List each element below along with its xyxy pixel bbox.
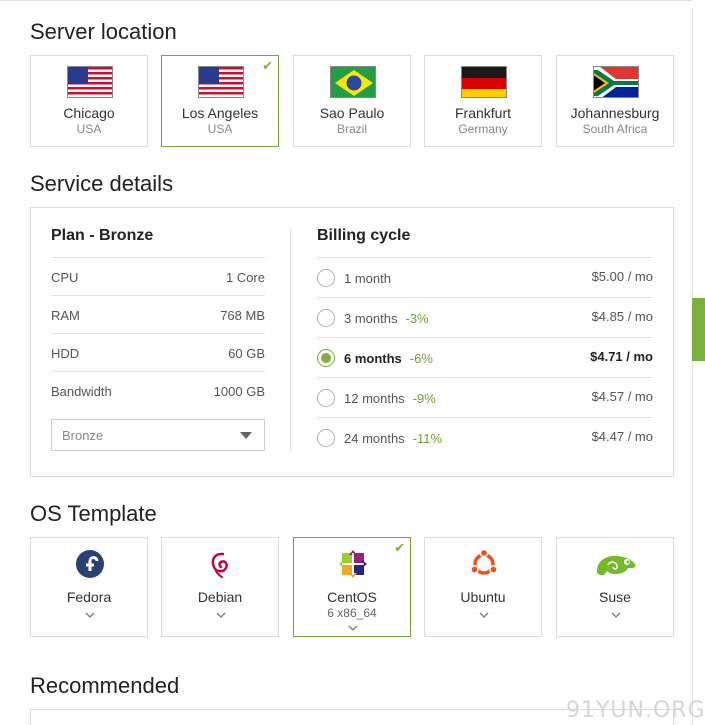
usa-flag-icon [198, 66, 244, 98]
location-card-chicago[interactable]: Chicago USA [30, 55, 148, 147]
spec-label: HDD [51, 346, 80, 361]
location-city: Sao Paulo [319, 105, 385, 121]
top-divider [0, 0, 692, 1]
page-right-edge [692, 8, 693, 725]
spec-label: RAM [51, 308, 80, 323]
service-details-panel: Plan - Bronze CPU 1 Core RAM 768 MB HDD … [30, 207, 674, 477]
usa-flag-icon [67, 66, 113, 98]
location-city: Frankfurt [454, 105, 511, 121]
billing-discount: -11% [412, 431, 443, 446]
location-country: USA [76, 122, 102, 136]
billing-price: $5.00 / mo [591, 269, 653, 284]
os-card-suse[interactable]: Suse [556, 537, 674, 637]
germany-flag-icon [461, 66, 507, 98]
server-location-title: Server location [30, 19, 177, 44]
billing-discount: -3% [405, 311, 429, 326]
spec-row-hdd: HDD 60 GB [51, 333, 265, 371]
location-card-sao-paulo[interactable]: Sao Paulo Brazil [293, 55, 411, 147]
service-details-title: Service details [30, 171, 174, 196]
caret-down-icon [240, 432, 252, 439]
recommended-title: Recommended [30, 673, 180, 698]
location-city: Chicago [63, 105, 115, 121]
billing-price: $4.57 / mo [591, 389, 653, 404]
spec-value: 1 Core [225, 270, 265, 285]
os-card-ubuntu[interactable]: Ubuntu [424, 537, 542, 637]
os-card-debian[interactable]: Debian [161, 537, 279, 637]
chevron-down-icon[interactable] [85, 612, 95, 618]
os-template-title: OS Template [30, 501, 157, 526]
chevron-down-icon[interactable] [216, 612, 226, 618]
spec-label: Bandwidth [51, 384, 112, 399]
location-country: Brazil [336, 122, 367, 136]
spec-value: 1000 GB [213, 384, 265, 399]
scroll-indicator[interactable] [692, 298, 705, 361]
billing-term: 1 month [344, 271, 391, 286]
billing-term: 12 months [344, 391, 405, 406]
chevron-down-icon[interactable] [348, 625, 358, 631]
spec-value: 60 GB [228, 346, 265, 361]
os-card-centos[interactable]: ✔ CentOS 6 x86_64 [293, 537, 411, 637]
debian-icon [206, 549, 236, 579]
radio-button[interactable] [317, 429, 335, 447]
location-card-los-angeles[interactable]: ✔ Los Angeles USA [161, 55, 279, 147]
billing-cycle-title: Billing cycle [317, 227, 411, 244]
column-divider [290, 228, 291, 452]
billing-price: $4.85 / mo [591, 309, 653, 324]
billing-discount: -6% [409, 351, 433, 366]
os-name: Suse [599, 589, 631, 605]
location-card-frankfurt[interactable]: Frankfurt Germany [424, 55, 542, 147]
billing-option-12-months[interactable]: 12 months -9% $4.57 / mo [317, 377, 653, 417]
billing-term: 24 months [344, 431, 405, 446]
brazil-flag-icon [330, 66, 376, 98]
billing-option-1-month[interactable]: 1 month $5.00 / mo [317, 257, 653, 297]
os-name: Debian [197, 589, 243, 605]
radio-button[interactable] [317, 389, 335, 407]
radio-button-selected[interactable] [317, 349, 335, 367]
centos-icon [338, 549, 368, 579]
fedora-icon [75, 549, 105, 579]
location-country: USA [207, 122, 233, 136]
plan-select-value: Bronze [62, 428, 104, 443]
location-city: Johannesburg [570, 105, 660, 121]
location-city: Los Angeles [181, 105, 259, 121]
location-card-johannesburg[interactable]: Johannesburg South Africa [556, 55, 674, 147]
os-card-fedora[interactable]: Fedora [30, 537, 148, 637]
os-name: CentOS [327, 589, 377, 605]
billing-term: 6 months [344, 351, 402, 366]
ubuntu-icon [469, 548, 499, 579]
south-africa-flag-icon [593, 66, 639, 98]
check-icon: ✔ [262, 58, 273, 73]
os-name: Fedora [66, 589, 112, 605]
billing-discount: -9% [412, 391, 436, 406]
watermark: 91YUN.ORG [566, 698, 705, 723]
radio-button[interactable] [317, 309, 335, 327]
billing-price: $4.71 / mo [590, 349, 653, 364]
billing-option-3-months[interactable]: 3 months -3% $4.85 / mo [317, 297, 653, 337]
plan-select[interactable]: Bronze [51, 419, 265, 451]
billing-option-24-months[interactable]: 24 months -11% $4.47 / mo [317, 417, 653, 457]
chevron-down-icon[interactable] [611, 612, 621, 618]
spec-row-cpu: CPU 1 Core [51, 257, 265, 295]
radio-button[interactable] [317, 269, 335, 287]
plan-title: Plan - Bronze [51, 227, 154, 244]
billing-option-6-months[interactable]: 6 months -6% $4.71 / mo [317, 337, 653, 377]
spec-row-ram: RAM 768 MB [51, 295, 265, 333]
os-version: 6 x86_64 [327, 606, 377, 620]
suse-icon [594, 549, 638, 579]
spec-value: 768 MB [220, 308, 265, 323]
check-icon: ✔ [394, 540, 405, 555]
spec-label: CPU [51, 270, 79, 285]
billing-term: 3 months [344, 311, 398, 326]
location-country: Germany [458, 122, 508, 136]
os-name: Ubuntu [460, 589, 506, 605]
location-country: South Africa [582, 122, 648, 136]
billing-price: $4.47 / mo [591, 429, 653, 444]
chevron-down-icon[interactable] [479, 612, 489, 618]
spec-row-bandwidth: Bandwidth 1000 GB [51, 371, 265, 409]
